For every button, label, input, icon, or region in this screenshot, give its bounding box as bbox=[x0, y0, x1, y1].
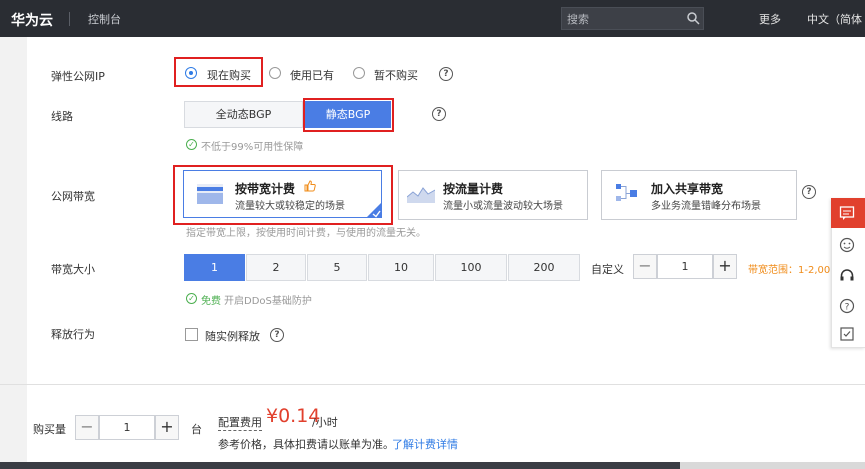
release-label: 释放行为 bbox=[51, 328, 95, 341]
scrollbar-thumb[interactable] bbox=[0, 462, 680, 469]
release-checkbox[interactable] bbox=[185, 328, 198, 341]
check-circle-icon: ✓ bbox=[186, 139, 197, 150]
radio-not-buy-label[interactable]: 暂不购买 bbox=[374, 67, 418, 83]
line-label: 线路 bbox=[51, 110, 73, 123]
left-panel-edge bbox=[0, 37, 27, 469]
help-icon[interactable]: ? bbox=[432, 107, 446, 121]
bandwidth-option-100[interactable]: 100 bbox=[435, 254, 507, 281]
billing-card-title: 加入共享带宽 bbox=[651, 182, 724, 196]
more-menu[interactable]: 更多 bbox=[759, 11, 781, 27]
fee-label[interactable]: 配置费用 bbox=[218, 414, 262, 431]
help-icon[interactable]: ? bbox=[439, 67, 453, 81]
reference-price-text: 参考价格，具体扣费请以账单为准。 bbox=[218, 438, 394, 451]
radio-buy-now[interactable] bbox=[185, 67, 197, 79]
release-checkbox-label[interactable]: 随实例释放 bbox=[205, 328, 260, 344]
bandwidth-chart-icon bbox=[197, 184, 223, 204]
console-link[interactable]: 控制台 bbox=[88, 11, 121, 27]
bandwidth-option-5[interactable]: 5 bbox=[307, 254, 367, 281]
language-selector[interactable]: 中文（简体 bbox=[807, 11, 862, 27]
quantity-unit: 台 bbox=[191, 423, 202, 436]
quantity-input[interactable]: 1 bbox=[99, 415, 155, 440]
ddos-text: 开启DDoS基础防护 bbox=[224, 296, 312, 307]
price-per: /小时 bbox=[312, 416, 338, 429]
bandwidth-option-200[interactable]: 200 bbox=[508, 254, 580, 281]
bandwidth-increment-button[interactable]: + bbox=[713, 254, 737, 279]
line-note: 不低于99%可用性保障 bbox=[201, 142, 304, 153]
shared-bandwidth-icon bbox=[616, 184, 637, 201]
help-icon[interactable]: ? bbox=[270, 328, 284, 342]
radio-use-existing-label[interactable]: 使用已有 bbox=[290, 67, 334, 83]
billing-details-link[interactable]: 了解计费详情 bbox=[392, 436, 458, 452]
billing-card-subtitle: 流量较大或较稳定的场景 bbox=[235, 201, 345, 212]
check-circle-icon: ✓ bbox=[186, 293, 197, 304]
bandwidth-decrement-button[interactable]: − bbox=[633, 254, 657, 279]
bandwidth-label: 带宽大小 bbox=[51, 263, 95, 276]
question-icon[interactable]: ? bbox=[839, 298, 855, 314]
thumbs-up-icon bbox=[304, 180, 316, 192]
quantity-label: 购买量 bbox=[33, 423, 66, 436]
search-placeholder: 搜索 bbox=[567, 13, 589, 26]
eip-label: 弹性公网IP bbox=[51, 70, 105, 83]
radio-not-buy[interactable] bbox=[353, 67, 365, 79]
divider bbox=[69, 12, 70, 26]
billing-label: 公网带宽 bbox=[51, 190, 95, 203]
help-icon[interactable]: ? bbox=[802, 185, 816, 199]
billing-note: 指定带宽上限，按使用时间计费，与使用的流量无关。 bbox=[186, 228, 426, 239]
billing-card-title: 按带宽计费 bbox=[235, 182, 296, 196]
line-option-dynamic-bgp[interactable]: 全动态BGP bbox=[184, 101, 303, 128]
chat-icon bbox=[839, 206, 855, 220]
bandwidth-option-10[interactable]: 10 bbox=[368, 254, 434, 281]
selected-corner-check-icon bbox=[366, 202, 382, 218]
billing-card-subtitle: 多业务流量错峰分布场景 bbox=[651, 201, 761, 212]
radio-use-existing[interactable] bbox=[269, 67, 281, 79]
svg-text:?: ? bbox=[845, 303, 850, 313]
search-icon[interactable] bbox=[686, 11, 700, 25]
quantity-increment-button[interactable]: + bbox=[155, 415, 179, 440]
bandwidth-custom-input[interactable]: 1 bbox=[657, 254, 713, 279]
footer-divider bbox=[0, 384, 865, 385]
highlight-box bbox=[303, 98, 394, 132]
headset-icon[interactable] bbox=[839, 268, 855, 284]
billing-card-subtitle: 流量小或流量波动较大场景 bbox=[443, 201, 563, 212]
top-navbar bbox=[0, 0, 865, 37]
bandwidth-option-1[interactable]: 1 bbox=[184, 254, 245, 281]
traffic-chart-icon bbox=[407, 187, 435, 203]
brand-logo[interactable]: 华为云 bbox=[11, 10, 53, 30]
billing-card-title: 按流量计费 bbox=[443, 182, 504, 196]
smile-icon[interactable] bbox=[839, 237, 855, 253]
radio-buy-now-label[interactable]: 现在购买 bbox=[207, 67, 251, 83]
custom-label: 自定义 bbox=[591, 263, 624, 276]
ddos-free-badge: 免费 bbox=[201, 296, 221, 307]
bandwidth-option-2[interactable]: 2 bbox=[246, 254, 306, 281]
feedback-icon[interactable] bbox=[839, 326, 855, 342]
bandwidth-range: 带宽范围：1-2,00 bbox=[748, 265, 831, 276]
quantity-decrement-button[interactable]: − bbox=[75, 415, 99, 440]
